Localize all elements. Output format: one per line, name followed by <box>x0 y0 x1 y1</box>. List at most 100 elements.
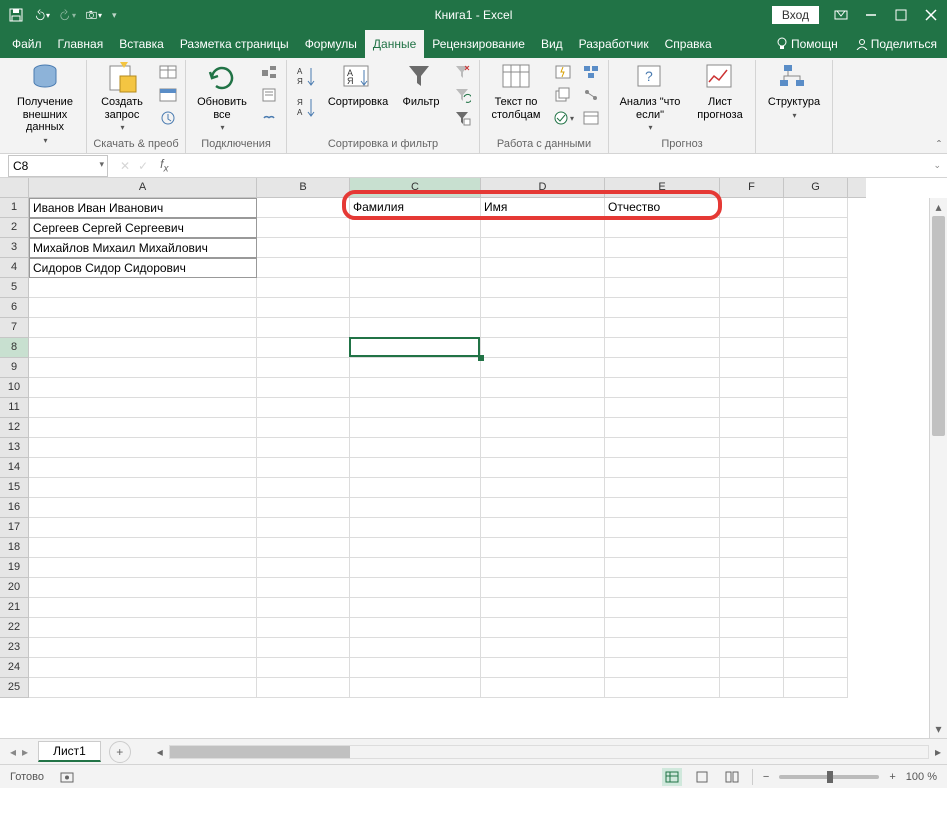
cell-E5[interactable] <box>605 278 720 298</box>
share-button[interactable]: Поделиться <box>850 37 943 51</box>
cell-C13[interactable] <box>350 438 481 458</box>
scroll-left-icon[interactable]: ◂ <box>151 745 169 759</box>
cell-G22[interactable] <box>784 618 848 638</box>
cell-B10[interactable] <box>257 378 350 398</box>
cell-C24[interactable] <box>350 658 481 678</box>
get-external-data-button[interactable]: Получение внешних данных▾ <box>10 62 80 145</box>
cell-E4[interactable] <box>605 258 720 278</box>
cell-G15[interactable] <box>784 478 848 498</box>
cell-B11[interactable] <box>257 398 350 418</box>
row-header-11[interactable]: 11 <box>0 398 29 418</box>
cell-C11[interactable] <box>350 398 481 418</box>
cell-E13[interactable] <box>605 438 720 458</box>
row-header-16[interactable]: 16 <box>0 498 29 518</box>
cell-D3[interactable] <box>481 238 605 258</box>
cell-G19[interactable] <box>784 558 848 578</box>
cell-A7[interactable] <box>29 318 257 338</box>
formula-input[interactable] <box>174 155 927 177</box>
cancel-formula-icon[interactable]: ✕ <box>120 159 130 173</box>
scroll-up-icon[interactable]: ▴ <box>930 198 947 216</box>
cell-C7[interactable] <box>350 318 481 338</box>
cell-D4[interactable] <box>481 258 605 278</box>
cell-C10[interactable] <box>350 378 481 398</box>
tab-nav-prev-icon[interactable]: ◂ <box>10 745 16 759</box>
cell-G20[interactable] <box>784 578 848 598</box>
cell-E20[interactable] <box>605 578 720 598</box>
cell-A10[interactable] <box>29 378 257 398</box>
cell-E24[interactable] <box>605 658 720 678</box>
cell-C9[interactable] <box>350 358 481 378</box>
advanced-filter-button[interactable] <box>451 108 473 128</box>
cell-G5[interactable] <box>784 278 848 298</box>
cell-D14[interactable] <box>481 458 605 478</box>
consolidate-button[interactable] <box>580 62 602 82</box>
cell-E17[interactable] <box>605 518 720 538</box>
close-icon[interactable] <box>923 7 939 23</box>
data-validation-button[interactable]: ▾ <box>552 108 574 128</box>
cell-D9[interactable] <box>481 358 605 378</box>
cell-F19[interactable] <box>720 558 784 578</box>
cell-F3[interactable] <box>720 238 784 258</box>
cell-E11[interactable] <box>605 398 720 418</box>
cell-A8[interactable] <box>29 338 257 358</box>
tab-developer[interactable]: Разработчик <box>571 30 657 58</box>
cell-E3[interactable] <box>605 238 720 258</box>
cell-F25[interactable] <box>720 678 784 698</box>
sort-az-button[interactable]: АЯ <box>293 62 319 92</box>
cell-B2[interactable] <box>257 218 350 238</box>
zoom-slider[interactable] <box>779 775 879 779</box>
tab-review[interactable]: Рецензирование <box>424 30 533 58</box>
cell-G16[interactable] <box>784 498 848 518</box>
cell-B25[interactable] <box>257 678 350 698</box>
data-model-button[interactable] <box>580 108 602 128</box>
cell-A20[interactable] <box>29 578 257 598</box>
cell-B23[interactable] <box>257 638 350 658</box>
tab-view[interactable]: Вид <box>533 30 571 58</box>
view-page-break-icon[interactable] <box>722 768 742 786</box>
cell-A12[interactable] <box>29 418 257 438</box>
row-header-9[interactable]: 9 <box>0 358 29 378</box>
cell-G7[interactable] <box>784 318 848 338</box>
cell-B3[interactable] <box>257 238 350 258</box>
cell-E7[interactable] <box>605 318 720 338</box>
cell-C4[interactable] <box>350 258 481 278</box>
cell-C18[interactable] <box>350 538 481 558</box>
tab-home[interactable]: Главная <box>50 30 112 58</box>
cell-B20[interactable] <box>257 578 350 598</box>
row-header-5[interactable]: 5 <box>0 278 29 298</box>
cell-E18[interactable] <box>605 538 720 558</box>
row-header-20[interactable]: 20 <box>0 578 29 598</box>
cell-G18[interactable] <box>784 538 848 558</box>
cell-A17[interactable] <box>29 518 257 538</box>
cell-C22[interactable] <box>350 618 481 638</box>
cell-E14[interactable] <box>605 458 720 478</box>
row-header-6[interactable]: 6 <box>0 298 29 318</box>
zoom-in-button[interactable]: + <box>889 771 895 783</box>
minimize-icon[interactable] <box>863 7 879 23</box>
view-page-layout-icon[interactable] <box>692 768 712 786</box>
cell-G12[interactable] <box>784 418 848 438</box>
cell-C17[interactable] <box>350 518 481 538</box>
cell-D7[interactable] <box>481 318 605 338</box>
properties-button[interactable] <box>258 85 280 105</box>
cell-E22[interactable] <box>605 618 720 638</box>
macro-record-icon[interactable] <box>60 770 74 784</box>
new-query-button[interactable]: Создать запрос▾ <box>93 62 151 132</box>
cell-D22[interactable] <box>481 618 605 638</box>
tab-insert[interactable]: Вставка <box>111 30 172 58</box>
cell-G11[interactable] <box>784 398 848 418</box>
row-header-14[interactable]: 14 <box>0 458 29 478</box>
cell-G10[interactable] <box>784 378 848 398</box>
column-header-A[interactable]: A <box>29 178 257 198</box>
cell-F10[interactable] <box>720 378 784 398</box>
row-header-24[interactable]: 24 <box>0 658 29 678</box>
cell-C19[interactable] <box>350 558 481 578</box>
cell-A19[interactable] <box>29 558 257 578</box>
tell-me[interactable]: Помощн <box>770 37 844 51</box>
cell-F24[interactable] <box>720 658 784 678</box>
cell-C5[interactable] <box>350 278 481 298</box>
clear-filter-button[interactable] <box>451 62 473 82</box>
cell-E1[interactable]: Отчество <box>605 198 720 218</box>
structure-button[interactable]: Структура▾ <box>762 62 826 120</box>
cell-D13[interactable] <box>481 438 605 458</box>
